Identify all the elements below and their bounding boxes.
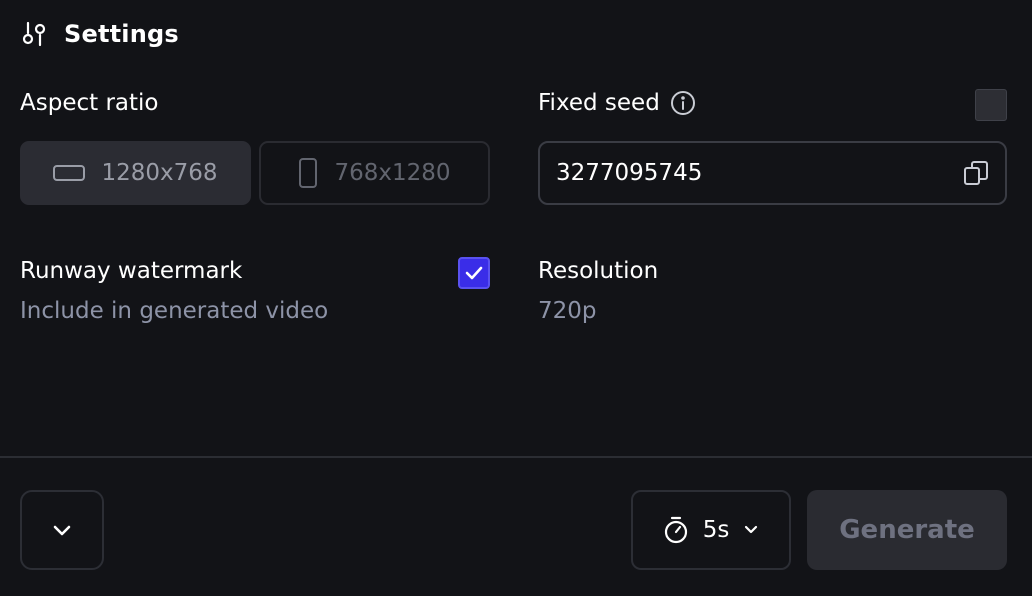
duration-dropdown[interactable]: 5s	[631, 490, 791, 570]
aspect-option-label: 768x1280	[334, 160, 451, 186]
watermark-description: Include in generated video	[20, 298, 329, 324]
aspect-option-portrait[interactable]: 768x1280	[259, 141, 490, 205]
duration-value: 5s	[702, 517, 730, 543]
seed-value: 3277095745	[556, 160, 703, 186]
aspect-option-landscape[interactable]: 1280x768	[20, 141, 251, 205]
copy-icon[interactable]	[963, 160, 989, 186]
watermark-label: Runway watermark	[20, 258, 243, 284]
fixed-seed-checkbox[interactable]	[975, 89, 1007, 121]
settings-panel: Settings Aspect ratio 1280x768 768x1280 …	[0, 0, 1032, 596]
generate-button[interactable]: Generate	[807, 490, 1007, 570]
aspect-option-label: 1280x768	[101, 160, 218, 186]
fixed-seed-label: Fixed seed	[538, 90, 660, 116]
settings-header: Settings	[20, 16, 179, 52]
watermark-checkbox[interactable]	[458, 257, 490, 289]
aspect-ratio-label: Aspect ratio	[20, 90, 159, 116]
settings-title: Settings	[64, 20, 179, 48]
portrait-icon	[298, 157, 318, 189]
landscape-icon	[53, 163, 86, 183]
seed-input[interactable]: 3277095745	[538, 141, 1007, 205]
timer-icon	[663, 516, 689, 544]
chevron-down-icon	[743, 525, 759, 535]
check-icon	[464, 265, 484, 281]
info-icon[interactable]	[670, 90, 696, 116]
footer-divider	[0, 456, 1032, 458]
sliders-icon	[20, 20, 48, 48]
expand-button[interactable]	[20, 490, 104, 570]
chevron-down-icon	[51, 523, 73, 537]
resolution-label: Resolution	[538, 258, 659, 284]
fixed-seed-heading: Fixed seed	[538, 90, 696, 116]
resolution-value: 720p	[538, 298, 597, 324]
